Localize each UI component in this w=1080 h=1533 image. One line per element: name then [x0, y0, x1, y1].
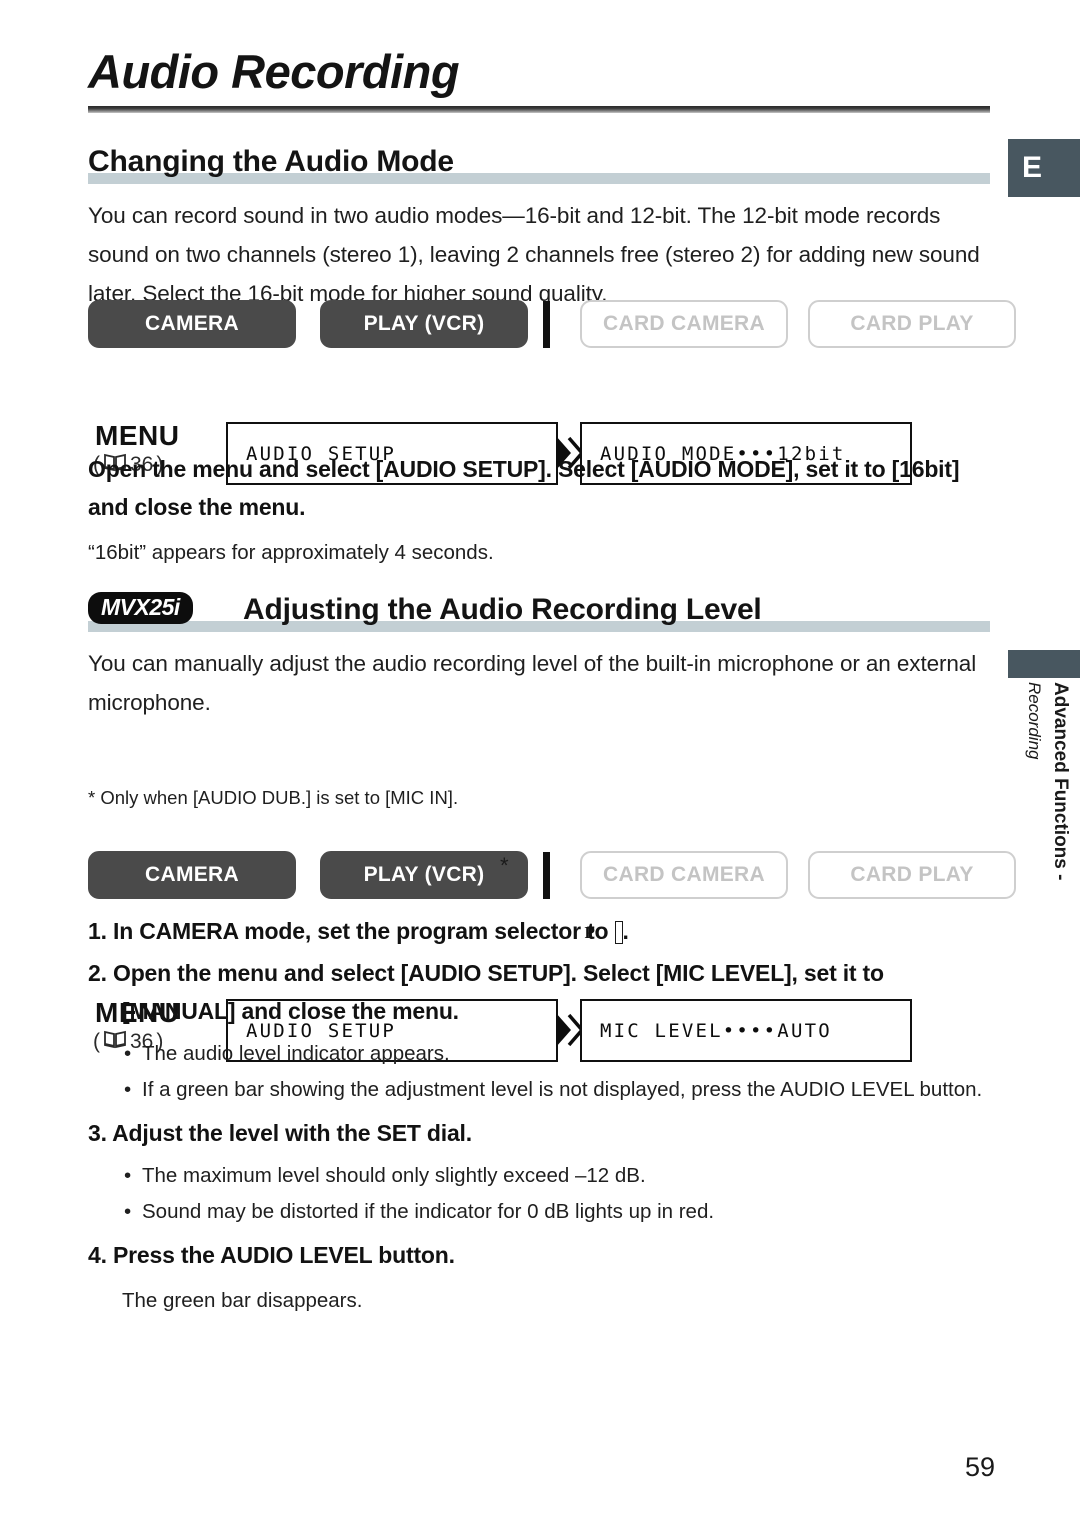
model-badge-mvx25i: MVX25i [88, 591, 193, 624]
mode-button-card-camera[interactable]: CARD CAMERA [580, 300, 788, 348]
mode-button-play-vcr-2[interactable]: PLAY (VCR) [320, 851, 528, 899]
list-item: Sound may be distorted if the indicator … [122, 1194, 993, 1230]
mode-row-separator-2 [543, 852, 550, 899]
title-divider [88, 106, 990, 113]
section-adjusting-audio-level: MVX25i Adjusting the Audio Recording Lev… [88, 588, 990, 722]
step-3-text: Adjust the level with the SET dial. [112, 1120, 472, 1146]
section-2-footnote-block: * Only when [AUDIO DUB.] is set to [MIC … [88, 784, 990, 812]
mode-row-1: CAMERA PLAY (VCR) CARD CAMERA CARD PLAY [88, 300, 1016, 350]
page-title: Audio Recording [88, 45, 460, 98]
section-2-footnote: * Only when [AUDIO DUB.] is set to [MIC … [88, 787, 459, 808]
section-changing-audio-mode: Changing the Audio Mode You can record s… [88, 140, 990, 313]
section-1-intro: You can record sound in two audio modes—… [88, 203, 980, 306]
step-2: 2. Open the menu and select [AUDIO SETUP… [88, 954, 993, 1030]
mode-button-camera-2[interactable]: CAMERA [88, 851, 296, 899]
section-1-instruction: Open the menu and select [AUDIO SETUP]. … [88, 456, 960, 520]
edge-tab-letter: E [1022, 151, 1043, 184]
page-number: 59 [965, 1452, 996, 1482]
step-3-bullets: The maximum level should only slightly e… [88, 1158, 993, 1230]
mode-button-play-vcr[interactable]: PLAY (VCR) [320, 300, 528, 348]
step-4-note: The green bar disappears. [122, 1289, 363, 1312]
section-1-title: Changing the Audio Mode [88, 145, 454, 178]
step-3: 3. Adjust the level with the SET dial. [88, 1114, 993, 1152]
side-tab-block [1008, 650, 1080, 678]
mode-row-2: CAMERA PLAY (VCR) * CARD CAMERA CARD PLA… [88, 851, 1016, 901]
step-2-number: 2. [88, 960, 107, 986]
section-2-title: Adjusting the Audio Recording Level [243, 593, 762, 626]
mode-button-card-play[interactable]: CARD PLAY [808, 300, 1016, 348]
list-item: If a green bar showing the adjustment le… [122, 1072, 993, 1108]
step-4-text: Press the AUDIO LEVEL button. [113, 1242, 455, 1268]
list-item: The maximum level should only slightly e… [122, 1158, 993, 1194]
section-1-instruction-block: Open the menu and select [AUDIO SETUP]. … [88, 450, 990, 570]
side-chapter-sub: Recording [1025, 682, 1044, 760]
list-item: The audio level indicator appears. [122, 1036, 993, 1072]
footnote-asterisk-marker: * [500, 853, 509, 878]
step-4-number: 4. [88, 1242, 107, 1268]
mode-button-card-play-2[interactable]: CARD PLAY [808, 851, 1016, 899]
section-2-header: MVX25i Adjusting the Audio Recording Lev… [88, 588, 990, 632]
side-chapter-main: Advanced Functions - [1050, 682, 1071, 881]
language-edge-tab: E [1008, 139, 1080, 197]
section-1-header: Changing the Audio Mode [88, 140, 990, 184]
step-1: 1. In CAMERA mode, set the program selec… [88, 912, 993, 950]
menu-label-1: MENU [95, 420, 180, 451]
mode-button-card-camera-2[interactable]: CARD CAMERA [580, 851, 788, 899]
step-1-number: 1. [88, 918, 107, 944]
step-2-bullets: The audio level indicator appears. If a … [88, 1036, 993, 1108]
steps-list: 1. In CAMERA mode, set the program selec… [88, 912, 993, 1318]
section-1-note: “16bit” appears for approximately 4 seco… [88, 541, 494, 564]
program-mode-symbol: P [585, 921, 623, 944]
side-chapter-label: Advanced Functions - Recording [1008, 678, 1080, 1008]
step-1-text: In CAMERA mode, set the program selector… [113, 918, 615, 944]
step-4: 4. Press the AUDIO LEVEL button. [88, 1236, 993, 1274]
mode-button-camera[interactable]: CAMERA [88, 300, 296, 348]
mode-row-separator [543, 301, 550, 348]
step-1-text-after: . [622, 918, 629, 944]
step-2-text: Open the menu and select [AUDIO SETUP]. … [113, 960, 884, 1024]
step-3-number: 3. [88, 1120, 107, 1146]
section-2-intro: You can manually adjust the audio record… [88, 651, 977, 715]
